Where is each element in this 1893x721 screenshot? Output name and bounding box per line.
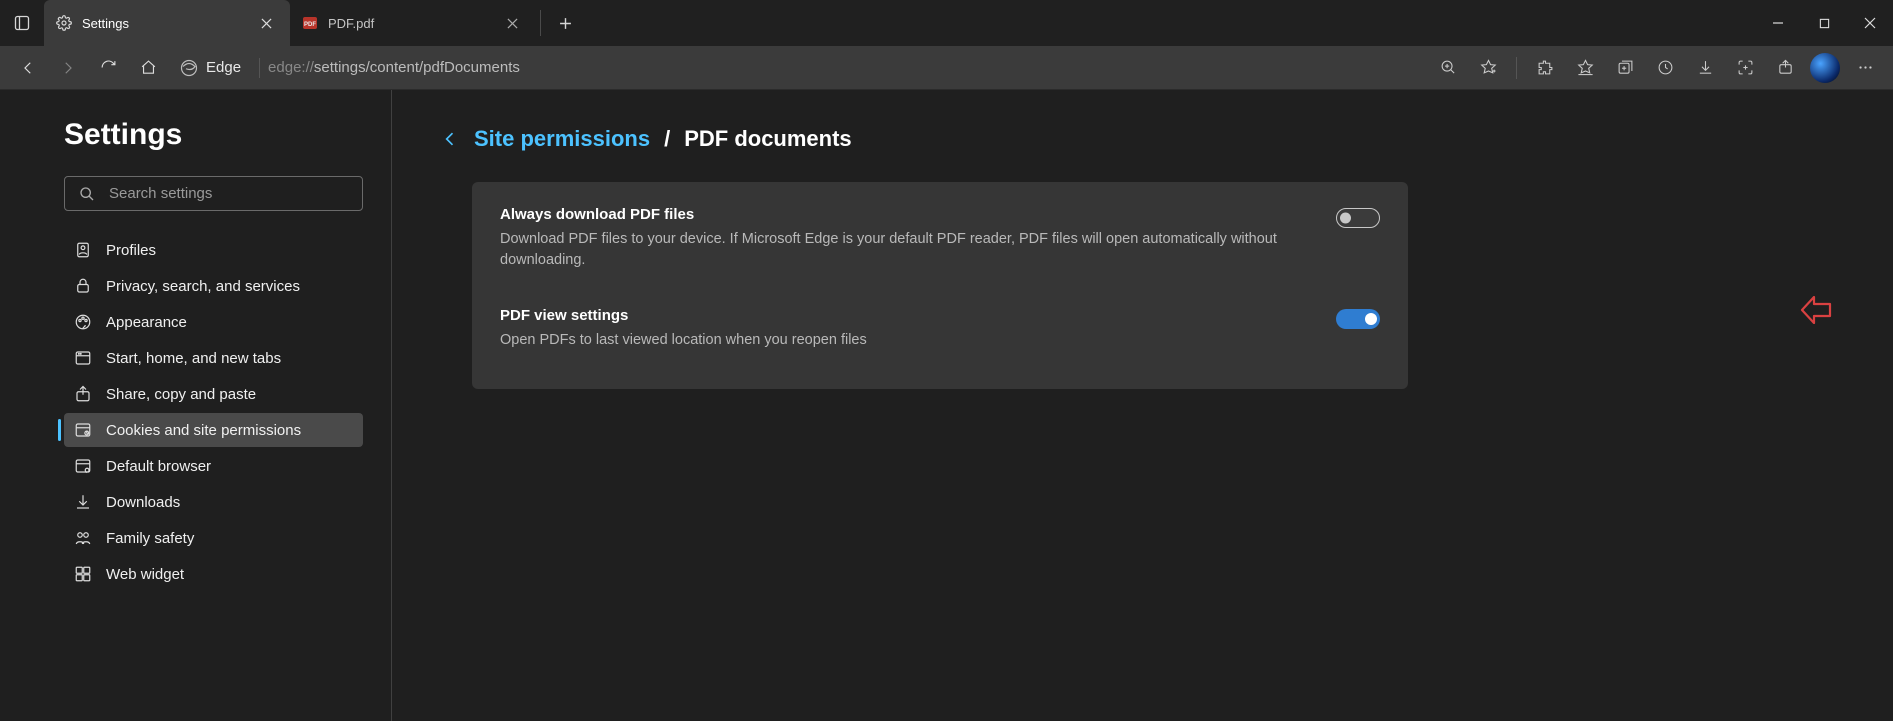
close-tab-button[interactable] [500,11,524,35]
maximize-button[interactable] [1801,0,1847,46]
titlebar: Settings PDF PDF.pdf [0,0,1893,46]
svg-text:PDF: PDF [304,22,316,28]
sidebar-item-label: Cookies and site permissions [106,422,301,439]
site-identity[interactable]: Edge [170,59,251,77]
brand-label: Edge [206,59,241,76]
page-title: Settings [64,118,363,152]
sidebar-item-web-widget[interactable]: Web widget [64,557,363,591]
setting-description: Download PDF files to your device. If Mi… [500,229,1316,271]
forward-button[interactable] [50,50,86,86]
close-window-button[interactable] [1847,0,1893,46]
menu-button[interactable] [1847,50,1883,86]
breadcrumb: Site permissions / PDF documents [440,126,1845,152]
share-button[interactable] [1767,50,1803,86]
zoom-button[interactable] [1430,50,1466,86]
sidebar-item-label: Web widget [106,566,184,583]
sidebar-item-appearance[interactable]: Appearance [64,305,363,339]
sidebar-item-label: Privacy, search, and services [106,278,300,295]
gear-icon [56,15,72,31]
setting-title: PDF view settings [500,307,1316,324]
setting-description: Open PDFs to last viewed location when y… [500,330,1316,351]
setting-title: Always download PDF files [500,206,1316,223]
tab-actions-button[interactable] [0,0,44,46]
collections-button[interactable] [1607,50,1643,86]
sidebar: Settings Profiles Privacy, search, and s… [0,90,392,721]
breadcrumb-current: PDF documents [684,126,851,152]
toolbar: Edge edge://settings/content/pdfDocument… [0,46,1893,90]
sidebar-item-default-browser[interactable]: Default browser [64,449,363,483]
sidebar-item-family[interactable]: Family safety [64,521,363,555]
main: Site permissions / PDF documents Always … [392,90,1893,721]
url-protocol: edge:// [268,59,314,76]
sidebar-item-label: Share, copy and paste [106,386,256,403]
address-bar[interactable]: edge://settings/content/pdfDocuments [268,59,520,76]
sidebar-item-label: Family safety [106,530,194,547]
setting-pdf-view: PDF view settings Open PDFs to last view… [500,289,1380,369]
toolbar-divider [1516,57,1517,79]
tab-settings[interactable]: Settings [44,0,290,46]
sidebar-item-profiles[interactable]: Profiles [64,233,363,267]
annotation-arrow [1800,296,1832,324]
setting-always-download: Always download PDF files Download PDF f… [500,202,1380,289]
content: Settings Profiles Privacy, search, and s… [0,90,1893,721]
back-button[interactable] [10,50,46,86]
search-icon [79,186,95,202]
add-favorite-button[interactable] [1470,50,1506,86]
toggle-pdf-view[interactable] [1336,309,1380,329]
toolbar-separator [259,58,260,78]
breadcrumb-back-button[interactable] [440,129,460,149]
breadcrumb-parent-link[interactable]: Site permissions [474,126,650,152]
profile-button[interactable] [1807,50,1843,86]
refresh-button[interactable] [90,50,126,86]
tab-divider [540,10,541,36]
tab-pdf[interactable]: PDF PDF.pdf [290,0,536,46]
close-tab-button[interactable] [254,11,278,35]
sidebar-item-share[interactable]: Share, copy and paste [64,377,363,411]
window-controls [1755,0,1893,46]
history-button[interactable] [1647,50,1683,86]
sidebar-item-label: Profiles [106,242,156,259]
search-input[interactable] [109,185,348,202]
pdf-icon: PDF [302,15,318,31]
tab-label: PDF.pdf [328,16,374,31]
sidebar-item-privacy[interactable]: Privacy, search, and services [64,269,363,303]
sidebar-item-label: Appearance [106,314,187,331]
edge-logo-icon [180,59,198,77]
new-tab-button[interactable] [545,0,585,46]
downloads-button[interactable] [1687,50,1723,86]
breadcrumb-separator: / [664,126,670,152]
sidebar-item-label: Downloads [106,494,180,511]
sidebar-item-downloads[interactable]: Downloads [64,485,363,519]
web-capture-button[interactable] [1727,50,1763,86]
search-settings[interactable] [64,176,363,211]
url-path: settings/content/pdfDocuments [314,59,520,76]
settings-nav: Profiles Privacy, search, and services A… [64,233,363,591]
minimize-button[interactable] [1755,0,1801,46]
settings-panel: Always download PDF files Download PDF f… [472,182,1408,389]
sidebar-item-label: Start, home, and new tabs [106,350,281,367]
sidebar-item-cookies[interactable]: Cookies and site permissions [64,413,363,447]
home-button[interactable] [130,50,166,86]
sidebar-item-label: Default browser [106,458,211,475]
sidebar-item-start[interactable]: Start, home, and new tabs [64,341,363,375]
extensions-button[interactable] [1527,50,1563,86]
toggle-always-download[interactable] [1336,208,1380,228]
favorites-button[interactable] [1567,50,1603,86]
tab-label: Settings [82,16,129,31]
